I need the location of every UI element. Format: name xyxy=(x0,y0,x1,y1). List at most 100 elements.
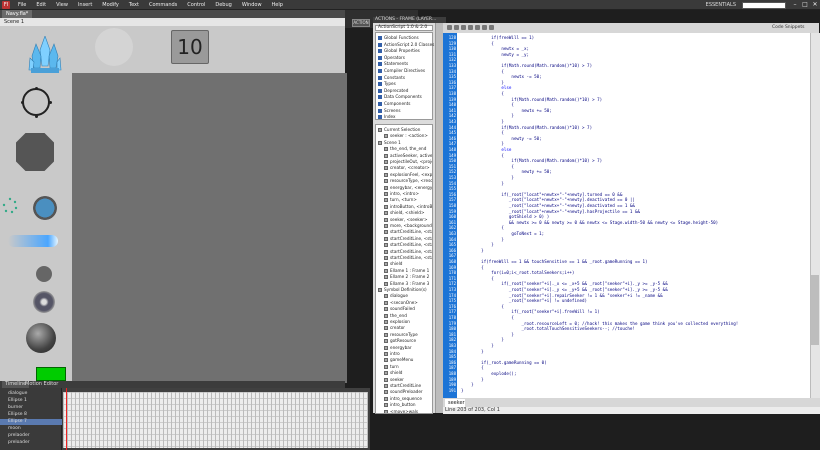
toolbox-item[interactable]: Types xyxy=(378,81,396,87)
code-line[interactable]: _root.resourceLeft = 0; //hack! this mak… xyxy=(461,321,739,326)
seeker-gear-symbol[interactable] xyxy=(33,196,57,220)
code-line[interactable]: { xyxy=(461,365,484,370)
code-line[interactable]: } xyxy=(461,343,494,348)
code-line[interactable]: if(Math.round(Math.random()*10) > 7) xyxy=(461,97,602,102)
layer-row[interactable]: Ellipse 8 xyxy=(0,412,62,418)
menu-commands[interactable]: Commands xyxy=(144,2,182,8)
code-line[interactable]: { xyxy=(461,304,504,309)
menu-debug[interactable]: Debug xyxy=(210,2,236,8)
code-line[interactable]: if(_root["locat"+newtx+"-"+newty].turned… xyxy=(461,192,622,197)
green-button-symbol[interactable] xyxy=(36,367,66,381)
code-line[interactable]: { xyxy=(461,225,504,230)
code-snippets-button[interactable]: Code Snippets xyxy=(772,24,805,32)
code-line[interactable]: if(_root.gameRunning == 0) xyxy=(461,360,547,365)
toolbox-item[interactable]: Index xyxy=(378,114,396,120)
insert-target-icon[interactable] xyxy=(461,25,466,30)
toolbox-item[interactable]: ActionScript 2.0 Classes xyxy=(378,42,434,48)
tab-motion-editor[interactable]: Motion Editor xyxy=(22,381,61,388)
menu-view[interactable]: View xyxy=(51,2,73,8)
close-button[interactable]: ✕ xyxy=(810,1,820,9)
octagon-symbol[interactable] xyxy=(16,133,54,171)
code-line[interactable]: if(Math.round(Math.random()*10) > 7) xyxy=(461,158,602,163)
code-line[interactable]: { xyxy=(461,265,484,270)
code-line[interactable]: if(Math.round(Math.random()*10) > 7) xyxy=(461,125,592,130)
code-line[interactable]: _root["locat"+newtx+"-"+newty].deactivat… xyxy=(461,197,635,202)
toolbox-item[interactable]: Statements xyxy=(378,61,408,67)
code-line[interactable]: } xyxy=(461,377,484,382)
code-line[interactable]: } xyxy=(461,242,494,247)
layer-row[interactable]: burner xyxy=(0,405,62,411)
layer-row[interactable]: Ellipse 7 xyxy=(0,419,62,425)
code-line[interactable]: } xyxy=(461,332,514,337)
stage[interactable] xyxy=(72,73,347,383)
code-line[interactable]: } xyxy=(461,80,504,85)
code-line[interactable]: _root.totalTouchSensitiveSeekers--; //to… xyxy=(461,326,635,331)
code-line[interactable]: } xyxy=(461,175,514,180)
scene-breadcrumb[interactable]: Scene 1 xyxy=(0,18,345,26)
code-line[interactable]: newtx += 50; xyxy=(461,108,552,113)
document-tab[interactable]: Navy.fla* xyxy=(2,10,33,18)
code-line[interactable]: _root["locat"+newtx+"-"+newty].deactivat… xyxy=(461,203,635,208)
playhead[interactable] xyxy=(66,388,67,450)
code-editor[interactable]: if(freeWill == 1) { newtx = _x; newty = … xyxy=(457,33,810,398)
actions-collapsed-button[interactable]: ACTION xyxy=(352,19,370,27)
find-icon[interactable] xyxy=(454,25,459,30)
code-line[interactable]: newty -= 50; xyxy=(461,136,541,141)
code-line[interactable]: newty += 50; xyxy=(461,169,552,174)
code-line[interactable]: { xyxy=(461,315,514,320)
code-line[interactable]: } xyxy=(461,237,504,242)
code-line[interactable]: newty = _y; xyxy=(461,52,529,57)
minimize-button[interactable]: – xyxy=(790,1,800,9)
code-line[interactable]: } xyxy=(461,181,504,186)
menu-file[interactable]: File xyxy=(13,2,31,8)
code-line[interactable]: } xyxy=(461,113,514,118)
code-line[interactable]: if(freeWill == 1 && touchSensitive == 1 … xyxy=(461,259,647,264)
mine-symbol[interactable] xyxy=(33,291,55,313)
code-line[interactable]: else xyxy=(461,85,511,90)
code-line[interactable]: } xyxy=(461,248,484,253)
code-line[interactable]: { xyxy=(461,102,514,107)
layer-row[interactable]: moon xyxy=(0,426,62,432)
code-line[interactable]: _root["seeker"+i] != undefined) xyxy=(461,298,587,303)
workspace-switcher[interactable]: ESSENTIALS xyxy=(700,2,742,8)
menu-window[interactable]: Window xyxy=(237,2,267,8)
add-item-icon[interactable] xyxy=(447,25,452,30)
ring-symbol[interactable] xyxy=(21,87,52,118)
turn-counter[interactable]: 10 xyxy=(171,30,209,64)
auto-format-icon[interactable] xyxy=(475,25,480,30)
menu-edit[interactable]: Edit xyxy=(31,2,51,8)
toolbox-item[interactable]: Global Properties xyxy=(378,48,420,54)
menu-control[interactable]: Control xyxy=(182,2,210,8)
layer-row[interactable]: prelaoder xyxy=(0,433,62,439)
dotted-spiral-icon[interactable] xyxy=(0,196,20,216)
grey-ball-symbol[interactable] xyxy=(36,266,52,282)
toolbox-item[interactable]: Screens xyxy=(378,108,401,114)
code-line[interactable]: if(_root["seeker"+i].freeWill != 1) xyxy=(461,309,599,314)
code-line[interactable]: } xyxy=(461,349,484,354)
toolbox-item[interactable]: Operators xyxy=(378,55,405,61)
pane-divider[interactable] xyxy=(435,23,443,413)
code-hint-icon[interactable] xyxy=(482,25,487,30)
code-line[interactable]: { xyxy=(461,164,514,169)
toolbox-item[interactable]: Deprecated xyxy=(378,88,408,94)
code-line[interactable]: gotShield > 0) ) xyxy=(461,214,549,219)
code-line[interactable]: newtx -= 50; xyxy=(461,74,541,79)
code-line[interactable]: if(_root["seeker"+i]._x <= _x+5 && _root… xyxy=(461,281,667,286)
toolbox-item[interactable]: Compiler Directives xyxy=(378,68,425,74)
code-line[interactable]: } xyxy=(461,141,504,146)
code-line[interactable]: if(Math.round(Math.random()*10) > 7) xyxy=(461,63,592,68)
code-line[interactable]: if(freeWill == 1) xyxy=(461,35,534,40)
code-line[interactable]: { xyxy=(461,153,504,158)
toolbox-item[interactable]: Data Components xyxy=(378,94,422,100)
layer-row[interactable]: Ellipse 1 xyxy=(0,398,62,404)
code-line[interactable]: goToNext = 1; xyxy=(461,231,544,236)
actionscript-version-select[interactable]: ActionScript 1.0 & 2.0 xyxy=(375,25,433,31)
code-line[interactable]: _root["seeker"+i].repairSeeker != 1 && "… xyxy=(461,293,663,298)
code-line[interactable]: for(i=0;i<_root.totalSeekers;i++) xyxy=(461,270,574,275)
script-tab-seeker[interactable]: seeker xyxy=(445,399,465,407)
explosion-symbol[interactable] xyxy=(26,323,56,353)
check-syntax-icon[interactable] xyxy=(468,25,473,30)
code-line[interactable]: _root["seeker"+i]._y <= _y+5 && _root["s… xyxy=(461,287,668,292)
background-circle[interactable] xyxy=(95,28,133,66)
code-line[interactable]: } xyxy=(461,388,464,393)
